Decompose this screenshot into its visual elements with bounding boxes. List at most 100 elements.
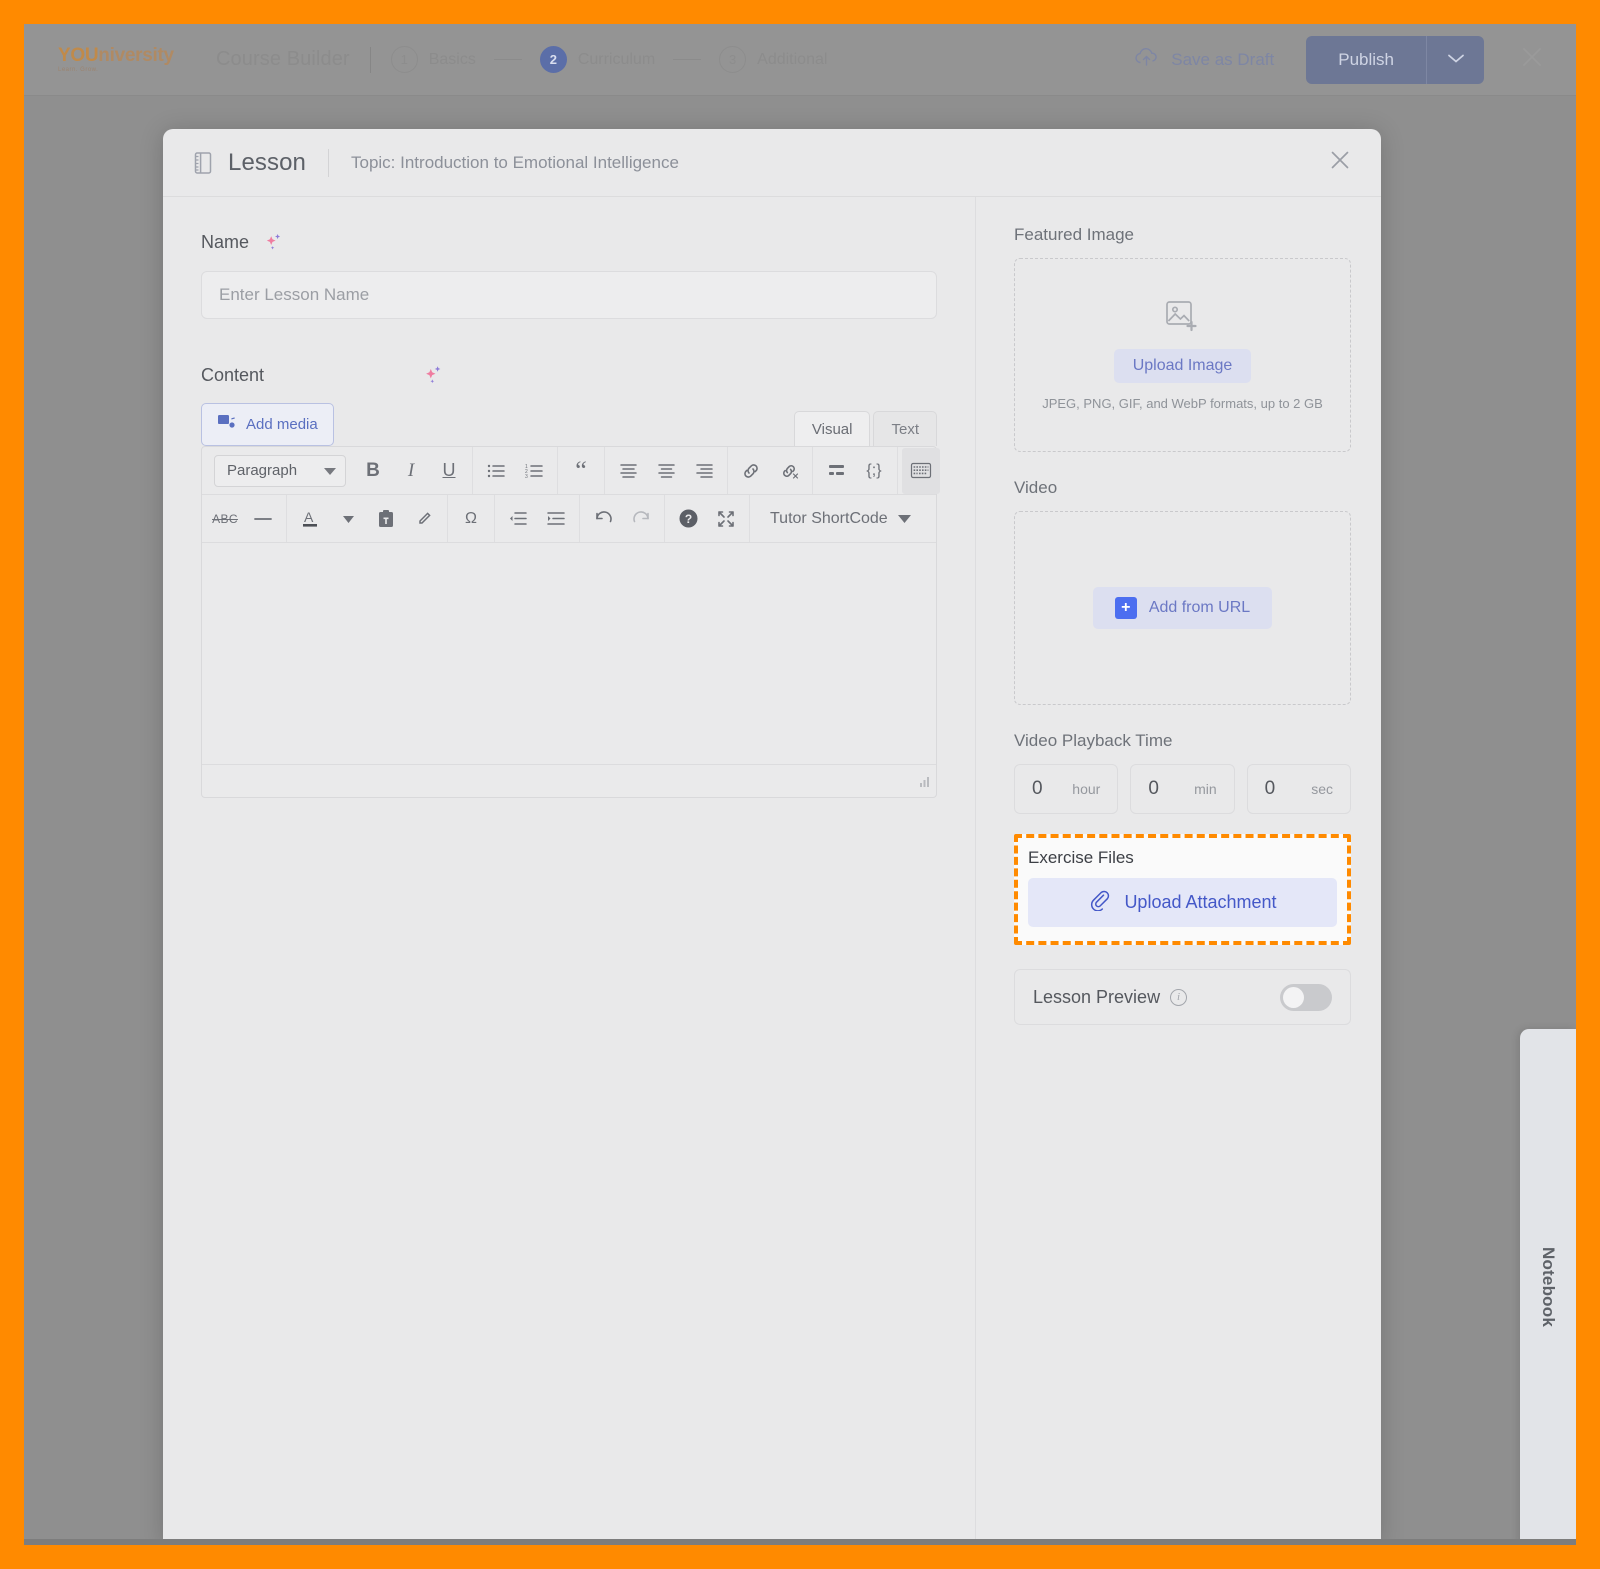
- editor-content-area[interactable]: [202, 543, 936, 765]
- special-character-button[interactable]: Ω: [452, 496, 490, 542]
- modal-body: Name Content: [163, 197, 1381, 1545]
- paste-as-text-button[interactable]: [367, 496, 405, 542]
- svg-text:3: 3: [525, 474, 528, 479]
- lesson-preview-toggle[interactable]: [1280, 983, 1332, 1011]
- increase-indent-button[interactable]: [537, 496, 575, 542]
- step-number: 1: [390, 46, 418, 73]
- step-additional[interactable]: 3 Additional: [719, 46, 827, 73]
- cloud-upload-icon: [1134, 47, 1160, 72]
- modal-topic-label: Topic: Introduction to Emotional Intelli…: [351, 152, 679, 172]
- tutor-shortcode-label: Tutor ShortCode: [770, 509, 888, 527]
- step-label: Basics: [428, 50, 476, 68]
- toolbar-group-link: [728, 447, 813, 494]
- add-media-label: Add media: [246, 416, 318, 433]
- step-label: Additional: [757, 50, 828, 68]
- upload-attachment-label: Upload Attachment: [1124, 892, 1277, 912]
- publish-button[interactable]: Publish: [1306, 36, 1426, 84]
- bulleted-list-button[interactable]: [477, 448, 515, 494]
- notebook-tab[interactable]: Notebook: [1520, 1029, 1576, 1545]
- playback-hour-field[interactable]: 0 hour: [1014, 764, 1119, 814]
- align-center-button[interactable]: [647, 448, 685, 494]
- svg-text:?: ?: [684, 512, 691, 526]
- tutor-shortcode-dropdown[interactable]: Tutor ShortCode: [754, 510, 927, 528]
- video-playback-time-section: Video Playback Time 0 hour 0 min 0 sec: [1014, 731, 1351, 814]
- page-bottom-edge: [24, 1539, 1576, 1545]
- italic-button[interactable]: I: [392, 448, 430, 494]
- upload-attachment-button[interactable]: Upload Attachment: [1028, 878, 1337, 927]
- video-dropzone[interactable]: + Add from URL: [1014, 511, 1351, 705]
- redo-button[interactable]: [622, 496, 660, 542]
- save-as-draft-button[interactable]: Save as Draft: [1116, 35, 1292, 84]
- toolbar-group-shortcode: Tutor ShortCode: [750, 495, 931, 542]
- toolbar-toggle-button[interactable]: [902, 447, 940, 494]
- modal-close-button[interactable]: [1327, 147, 1353, 178]
- insert-link-button[interactable]: [732, 448, 770, 494]
- toolbar-group-insert: {;}: [813, 447, 898, 494]
- fullscreen-button[interactable]: [707, 496, 745, 542]
- video-section: Video + Add from URL: [1014, 478, 1351, 705]
- align-left-button[interactable]: [609, 448, 647, 494]
- add-from-url-button[interactable]: + Add from URL: [1092, 587, 1273, 629]
- playback-min-unit: min: [1194, 781, 1217, 797]
- horizontal-rule-button[interactable]: [244, 496, 282, 542]
- bold-button[interactable]: B: [354, 448, 392, 494]
- lesson-name-input[interactable]: [201, 271, 937, 319]
- clear-formatting-button[interactable]: [405, 496, 443, 542]
- step-curriculum[interactable]: 2 Curriculum: [539, 46, 655, 73]
- playback-min-value: 0: [1148, 778, 1159, 799]
- close-icon: [1327, 151, 1353, 177]
- ai-sparkle-icon[interactable]: [263, 231, 285, 253]
- tab-visual[interactable]: Visual: [793, 411, 871, 446]
- tab-text[interactable]: Text: [873, 411, 937, 446]
- caret-down-icon: [897, 510, 911, 528]
- playback-sec-field[interactable]: 0 sec: [1246, 764, 1351, 814]
- text-color-caret-button[interactable]: [329, 496, 367, 542]
- add-media-button[interactable]: Add media: [201, 403, 334, 446]
- undo-button[interactable]: [584, 496, 622, 542]
- editor-top-bar: Add media Visual Text: [201, 403, 937, 446]
- page-title: Course Builder: [216, 48, 350, 70]
- close-builder-button[interactable]: [1518, 43, 1546, 76]
- align-right-button[interactable]: [685, 448, 723, 494]
- publish-dropdown-button[interactable]: [1426, 35, 1484, 84]
- blockquote-button[interactable]: “: [562, 448, 600, 494]
- video-playback-time-label: Video Playback Time: [1014, 731, 1173, 750]
- read-more-button[interactable]: [817, 448, 855, 494]
- numbered-list-button[interactable]: 1 2 3: [515, 448, 553, 494]
- add-from-url-label: Add from URL: [1148, 599, 1251, 616]
- modal-header: Lesson Topic: Introduction to Emotional …: [163, 129, 1381, 197]
- playback-min-field[interactable]: 0 min: [1130, 764, 1235, 814]
- topbar-divider: [369, 46, 371, 73]
- topbar-actions: Save as Draft Publish: [1116, 35, 1576, 84]
- upload-image-button[interactable]: Upload Image: [1113, 348, 1252, 383]
- toolbar-group-omega: Ω: [448, 495, 495, 542]
- save-as-draft-label: Save as Draft: [1171, 49, 1275, 69]
- younversity-logo[interactable]: YOUniversity Learn. Grow.: [58, 45, 174, 73]
- decrease-indent-button[interactable]: [499, 496, 537, 542]
- caret-down-icon: [324, 462, 336, 479]
- video-label: Video: [1014, 478, 1058, 497]
- step-number: 3: [719, 46, 747, 73]
- remove-link-button[interactable]: [770, 448, 808, 494]
- logo-you-text: YOU: [58, 45, 99, 66]
- lesson-modal: Lesson Topic: Introduction to Emotional …: [163, 129, 1381, 1545]
- editor-toolbar-row-1: Paragraph B I U 1 2 3 “ {;}: [202, 447, 940, 495]
- toolbar-group-color: A: [287, 495, 448, 542]
- code-shortcode-button[interactable]: {;}: [855, 448, 893, 494]
- text-color-button[interactable]: A: [291, 496, 329, 542]
- paragraph-format-select[interactable]: Paragraph: [214, 454, 346, 487]
- paragraph-format-value: Paragraph: [227, 462, 298, 479]
- image-placeholder-icon: [1165, 300, 1201, 339]
- lesson-book-icon: [191, 150, 215, 176]
- underline-button[interactable]: U: [430, 448, 468, 494]
- strikethrough-button[interactable]: ABC: [206, 496, 244, 542]
- info-circle-icon[interactable]: i: [1170, 988, 1188, 1006]
- ai-sparkle-icon[interactable]: [422, 363, 446, 387]
- toolbar-group-quote: “: [558, 447, 605, 494]
- featured-image-dropzone[interactable]: Upload Image JPEG, PNG, GIF, and WebP fo…: [1014, 258, 1351, 452]
- keyboard-shortcuts-button[interactable]: ?: [669, 496, 707, 542]
- featured-image-label: Featured Image: [1014, 225, 1135, 244]
- lesson-preview-row: Lesson Preview i: [1014, 969, 1351, 1025]
- step-basics[interactable]: 1 Basics: [390, 46, 476, 73]
- resize-handle-icon[interactable]: [916, 775, 930, 794]
